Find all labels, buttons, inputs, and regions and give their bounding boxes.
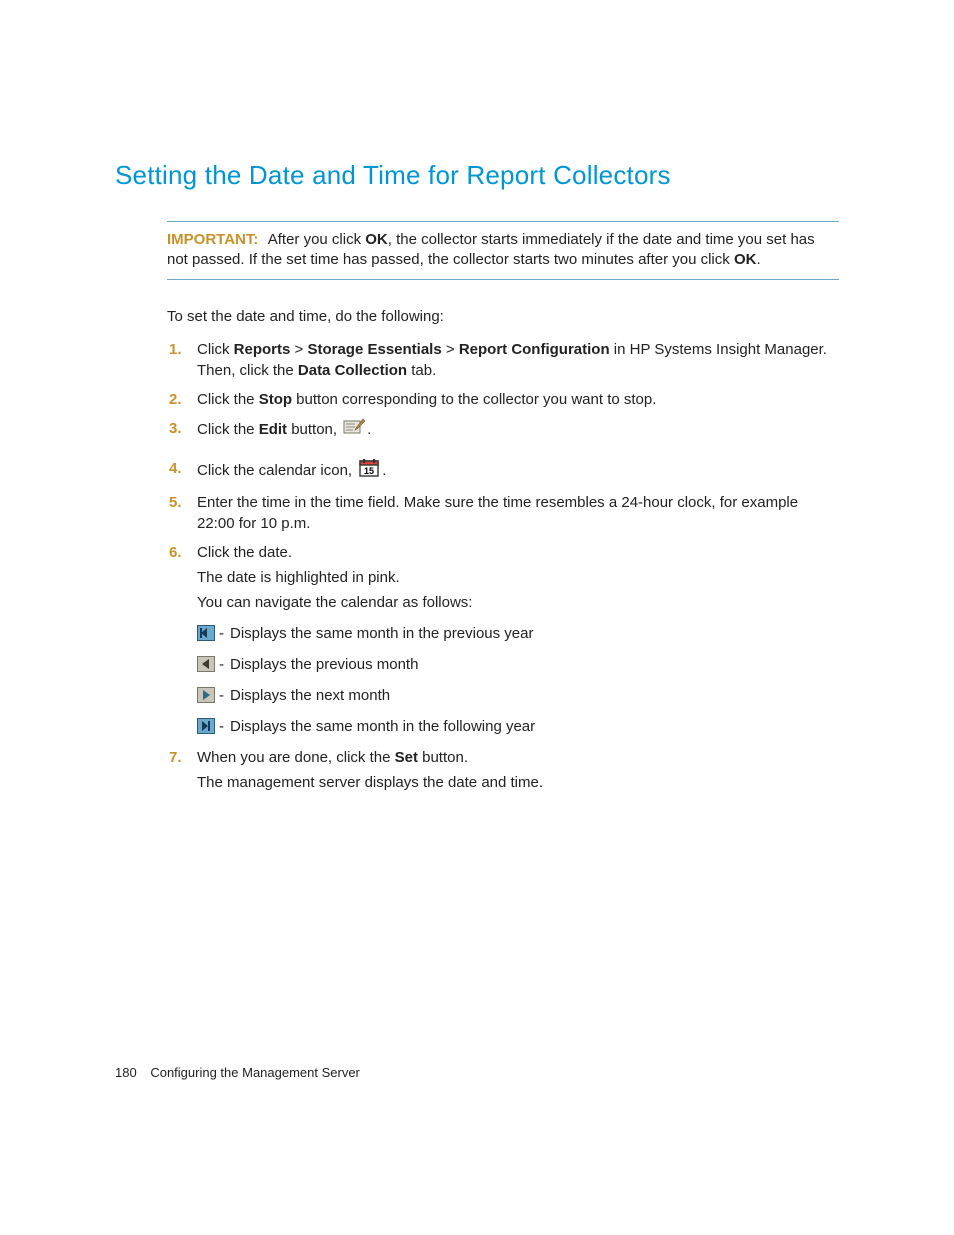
important-label: IMPORTANT: bbox=[167, 231, 258, 248]
document-page: Setting the Date and Time for Report Col… bbox=[0, 0, 954, 1235]
nav-next-month: - Displays the next month bbox=[197, 685, 839, 706]
calendar-icon: 15 bbox=[358, 458, 380, 484]
page-title: Setting the Date and Time for Report Col… bbox=[115, 160, 839, 191]
nav-next-year: - Displays the same month in the followi… bbox=[197, 716, 839, 737]
step-list: Click Reports > Storage Essentials > Rep… bbox=[167, 339, 839, 793]
nav-prev-year: - Displays the same month in the previou… bbox=[197, 623, 839, 644]
step-6: Click the date. The date is highlighted … bbox=[197, 542, 839, 737]
step-3: Click the Edit button, . bbox=[197, 418, 839, 442]
important-text-3: . bbox=[756, 251, 760, 268]
calendar-nav-list: - Displays the same month in the previou… bbox=[197, 623, 839, 737]
svg-text:15: 15 bbox=[364, 466, 374, 476]
important-text-1: After you click bbox=[268, 231, 366, 248]
important-text-2: , the collector starts immediately if th… bbox=[167, 231, 815, 268]
step-7: When you are done, click the Set button.… bbox=[197, 747, 839, 793]
nav-prev-month: - Displays the previous month bbox=[197, 654, 839, 675]
important-callout: IMPORTANT: After you click OK, the colle… bbox=[167, 221, 839, 280]
edit-icon bbox=[343, 418, 365, 442]
footer-section: Configuring the Management Server bbox=[150, 1065, 360, 1080]
ok-bold-2: OK bbox=[734, 251, 757, 268]
step-2: Click the Stop button corresponding to t… bbox=[197, 389, 839, 410]
next-month-icon bbox=[197, 687, 215, 703]
page-footer: 180 Configuring the Management Server bbox=[115, 1065, 360, 1080]
intro-text: To set the date and time, do the followi… bbox=[167, 308, 839, 325]
prev-month-icon bbox=[197, 656, 215, 672]
page-number: 180 bbox=[115, 1065, 137, 1080]
prev-year-icon bbox=[197, 625, 215, 641]
step-4: Click the calendar icon, 15 . bbox=[197, 458, 839, 484]
step-5: Enter the time in the time field. Make s… bbox=[197, 492, 839, 534]
next-year-icon bbox=[197, 718, 215, 734]
ok-bold-1: OK bbox=[365, 231, 388, 248]
step-1: Click Reports > Storage Essentials > Rep… bbox=[197, 339, 839, 381]
